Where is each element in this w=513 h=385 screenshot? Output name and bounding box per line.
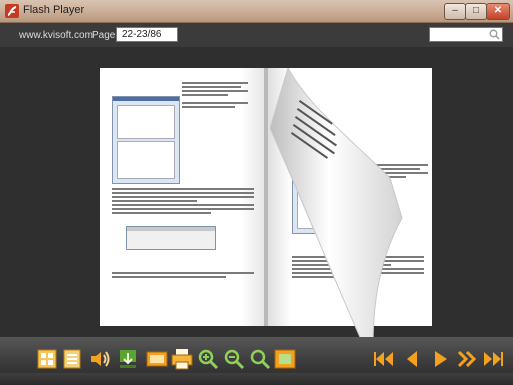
download-button[interactable] (116, 347, 140, 371)
fit-page-icon (274, 349, 296, 369)
download-icon (120, 350, 136, 368)
search-input[interactable] (429, 27, 503, 42)
zoom-in-button[interactable] (196, 347, 220, 371)
page-screenshot-image (112, 96, 180, 184)
search-zoom-button[interactable] (248, 347, 272, 371)
sound-icon (91, 351, 110, 367)
search-icon[interactable] (489, 29, 500, 40)
flipbook[interactable] (100, 68, 432, 368)
slideshow-button[interactable] (145, 347, 169, 371)
next-page-button[interactable] (455, 347, 479, 371)
site-link[interactable]: www.kvisoft.com (19, 30, 93, 41)
left-page-caption (112, 272, 254, 280)
previous-page-button[interactable] (400, 347, 424, 371)
left-page-top-text (182, 82, 248, 98)
fit-page-button[interactable] (273, 347, 297, 371)
maximize-button[interactable]: □ (465, 3, 487, 20)
left-page[interactable] (100, 68, 266, 326)
left-page-body-text (112, 188, 254, 216)
table-of-contents-icon (63, 349, 81, 369)
left-page-top-text-2 (182, 102, 248, 110)
sound-button[interactable] (88, 347, 112, 371)
minimize-button[interactable]: – (444, 3, 466, 20)
play-button[interactable] (428, 347, 452, 371)
last-page-button[interactable] (481, 347, 505, 371)
book-stage (0, 47, 513, 368)
flash-player-icon (5, 4, 19, 18)
page-flip-curl[interactable] (270, 68, 410, 368)
window-title: Flash Player (23, 4, 85, 16)
search-zoom-icon (250, 349, 271, 370)
print-icon (171, 349, 193, 370)
toolbar-reflection (0, 373, 513, 385)
close-button[interactable]: ✕ (486, 3, 510, 20)
window-titlebar: Flash Player – □ ✕ (0, 0, 513, 23)
thumbnails-button[interactable] (35, 347, 59, 371)
page-label: Page: (92, 30, 119, 41)
play-icon (435, 351, 447, 367)
previous-page-icon (407, 351, 417, 367)
thumbnails-icon (37, 349, 57, 369)
top-toolbar: www.kvisoft.com Page: 22-23/86 (0, 23, 513, 47)
zoom-out-icon (224, 349, 245, 370)
zoom-out-button[interactable] (222, 347, 246, 371)
zoom-in-icon (198, 349, 219, 370)
toolbar-screenshot-image (126, 226, 216, 250)
last-page-icon (484, 352, 503, 366)
first-page-button[interactable] (372, 347, 396, 371)
slideshow-icon (146, 351, 168, 367)
bottom-toolbar (0, 337, 513, 385)
next-page-icon (457, 350, 477, 368)
book-spine (264, 68, 268, 326)
first-page-icon (374, 352, 393, 366)
page-number-input[interactable]: 22-23/86 (116, 27, 178, 42)
table-of-contents-button[interactable] (60, 347, 84, 371)
print-button[interactable] (170, 347, 194, 371)
